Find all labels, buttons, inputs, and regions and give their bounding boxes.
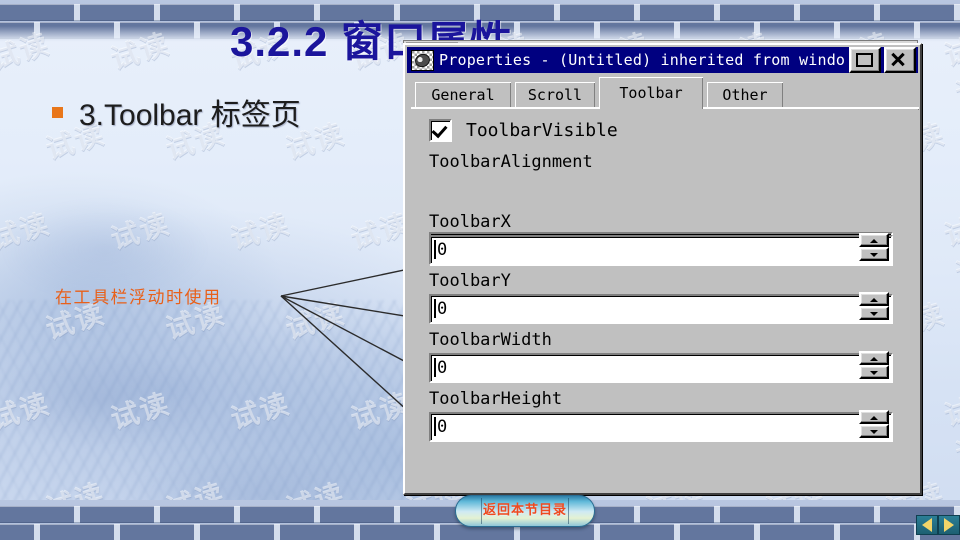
toolbar-width-spinner[interactable]: [859, 351, 889, 381]
toolbar-width-label: ToolbarWidth: [429, 330, 552, 350]
toolbar-visible-checkbox[interactable]: [429, 119, 452, 142]
slide-canvas: 试读 试读 试读 试读 试读 试读 试读 试读 试读 试读 试读 试读 试读 试读 试读 试读 试读 试读 试读 试读…: [0, 0, 960, 540]
dialog-titlebar[interactable]: Properties - (Untitled) inherited from w…: [407, 47, 918, 73]
spinner-down-button[interactable]: [859, 247, 889, 261]
return-to-section-toc-button[interactable]: 返回本节目录: [455, 495, 595, 527]
tab-general[interactable]: General: [415, 82, 511, 107]
toolbar-visible-row[interactable]: ToolbarVisible: [429, 119, 618, 142]
spinner-up-button[interactable]: [859, 410, 889, 424]
toolbar-height-input[interactable]: 0: [429, 412, 893, 442]
spinner-up-button[interactable]: [859, 233, 889, 247]
watermark-text: 试读: [281, 296, 349, 346]
watermark-text: 试读: [0, 206, 54, 256]
spinner-down-button[interactable]: [859, 306, 889, 320]
watermark-text: 试读: [106, 206, 174, 256]
next-slide-button[interactable]: [938, 515, 960, 535]
watermark-text: 试读: [226, 386, 294, 436]
text-caret: [434, 299, 436, 318]
watermark-text: 试读: [940, 392, 960, 471]
watermark-text: 试读: [0, 386, 54, 436]
text-caret: [434, 240, 436, 259]
tab-other[interactable]: Other: [707, 82, 783, 107]
spinner-down-button[interactable]: [859, 365, 889, 379]
app-icon: [411, 49, 434, 71]
text-caret: [434, 358, 436, 377]
tab-scroll[interactable]: Scroll: [515, 82, 595, 107]
properties-dialog: Properties - (Untitled) inherited from w…: [403, 43, 922, 495]
toolbar-alignment-label: ToolbarAlignment: [429, 152, 593, 172]
dialog-title: Properties - (Untitled) inherited from w…: [439, 51, 846, 69]
spinner-up-button[interactable]: [859, 351, 889, 365]
text-caret: [434, 417, 436, 436]
tab-toolbar[interactable]: Toolbar: [599, 77, 703, 109]
watermark-text: 试读: [940, 212, 960, 291]
spinner-up-button[interactable]: [859, 292, 889, 306]
toolbar-width-input[interactable]: 0: [429, 353, 893, 383]
toolbar-x-spinner[interactable]: [859, 233, 889, 263]
toolbar-x-input[interactable]: 0: [429, 235, 893, 265]
toolbar-y-input[interactable]: 0: [429, 294, 893, 324]
restore-button[interactable]: [849, 47, 881, 73]
spinner-down-button[interactable]: [859, 424, 889, 438]
toolbar-y-spinner[interactable]: [859, 292, 889, 322]
toolbar-visible-label: ToolbarVisible: [466, 120, 618, 141]
square-bullet-icon: [52, 106, 63, 118]
tab-strip: General Scroll Toolbar Other: [411, 77, 919, 110]
toolbar-height-spinner[interactable]: [859, 410, 889, 440]
previous-slide-button[interactable]: [916, 515, 938, 535]
toolbar-x-label: ToolbarX: [429, 212, 511, 232]
bullet-text: 3.Toolbar 标签页: [79, 99, 301, 132]
return-button-label: 返回本节目录: [482, 503, 567, 519]
toolbar-height-label: ToolbarHeight: [429, 389, 563, 409]
close-button[interactable]: [884, 47, 916, 73]
annotation-label: 在工具栏浮动时使用: [55, 288, 222, 308]
toolbar-y-label: ToolbarY: [429, 271, 511, 291]
watermark-text: 试读: [226, 206, 294, 256]
dialog-body: ToolbarVisible ToolbarAlignment alignatt…: [407, 107, 918, 491]
watermark-text: 试读: [106, 386, 174, 436]
